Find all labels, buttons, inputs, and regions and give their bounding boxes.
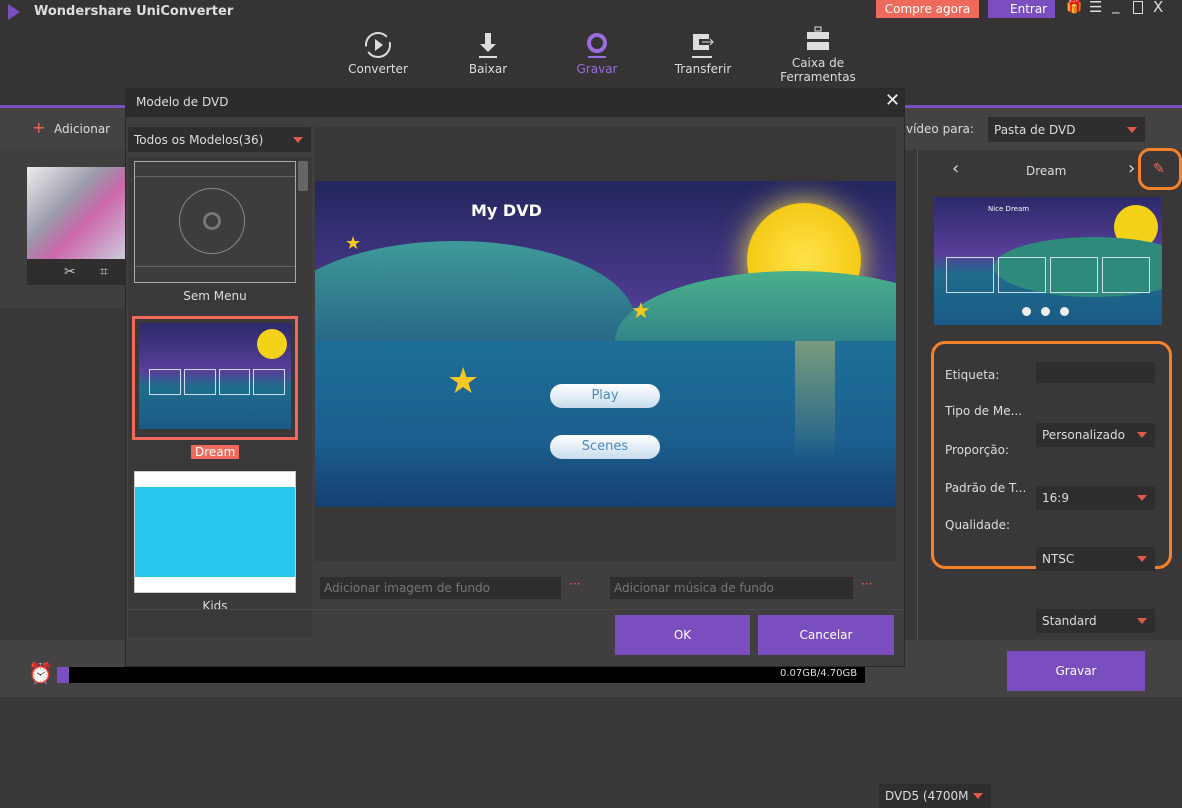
scenes-menu-button[interactable]: Scenes xyxy=(550,435,660,459)
app-title: Wondershare UniConverter xyxy=(34,4,234,19)
cancel-button[interactable]: Cancelar xyxy=(758,615,894,655)
alarm-icon[interactable]: ⏰ xyxy=(28,661,53,685)
maximize-icon[interactable] xyxy=(1133,1,1143,14)
template-thumbnail: Nice Dream xyxy=(934,197,1162,325)
disc-usage-bar xyxy=(57,667,865,683)
select-value: NTSC xyxy=(1042,552,1075,566)
label-input[interactable] xyxy=(1036,362,1155,383)
menu-type-label: Tipo de Me... xyxy=(945,404,1023,418)
close-icon[interactable]: X xyxy=(1153,0,1163,16)
select-value: 16:9 xyxy=(1042,491,1069,505)
template-sem-menu[interactable] xyxy=(134,161,296,283)
nav-label: Transferir xyxy=(674,62,732,76)
aspect-label: Proporção: xyxy=(945,443,1010,457)
select-value: Todos os Modelos(36) xyxy=(134,132,264,147)
nav-label: Baixar xyxy=(468,62,508,76)
login-button[interactable]: Entrar xyxy=(988,0,1055,18)
template-list-scrollbar[interactable] xyxy=(298,161,308,191)
next-template-icon[interactable]: › xyxy=(1128,158,1135,179)
nav-converter[interactable]: Converter xyxy=(333,28,423,76)
browse-music-button[interactable]: ··· xyxy=(861,577,872,591)
quality-label: Qualidade: xyxy=(945,518,1011,532)
ok-button[interactable]: OK xyxy=(615,615,750,655)
prev-template-icon[interactable]: ‹ xyxy=(952,158,959,179)
menu-type-select[interactable]: Personalizado xyxy=(1036,423,1155,447)
tv-standard-select[interactable]: NTSC xyxy=(1036,547,1155,571)
crop-icon[interactable]: ⌗ xyxy=(100,264,108,280)
template-kids[interactable] xyxy=(134,471,296,593)
star-icon: ★ xyxy=(447,361,480,402)
disc-type-select[interactable]: DVD5 (4700M xyxy=(879,784,991,808)
burn-to-label: vídeo para: xyxy=(906,122,974,136)
select-value: Personalizado xyxy=(1042,428,1125,442)
template-list: Sem Menu Dream Kids xyxy=(128,157,312,637)
label-field: Etiqueta: xyxy=(945,368,1000,382)
nav-baixar[interactable]: Baixar xyxy=(443,28,533,76)
nav-gravar[interactable]: Gravar xyxy=(552,28,642,76)
play-menu-button[interactable]: Play xyxy=(550,384,660,408)
cut-icon[interactable]: ✂ xyxy=(64,264,76,280)
aspect-select[interactable]: 16:9 xyxy=(1036,486,1155,510)
video-thumbnail[interactable] xyxy=(27,167,125,259)
login-label: Entrar xyxy=(1010,2,1048,16)
template-label-selected: Dream xyxy=(191,445,240,459)
tv-standard-label: Padrão de T... xyxy=(945,481,1027,495)
template-label: Sem Menu xyxy=(183,289,247,303)
gift-icon[interactable]: 🎁 xyxy=(1066,0,1082,15)
edit-icon[interactable]: ✎ xyxy=(1153,161,1165,177)
dvd-template-dialog: Modelo de DVD ✕ Todos os Modelos(36) Sem… xyxy=(125,88,905,667)
menu-icon[interactable]: ☰ xyxy=(1089,0,1102,16)
quality-select[interactable]: Standard xyxy=(1036,609,1155,633)
dialog-title: Modelo de DVD xyxy=(136,95,229,109)
dialog-close-icon[interactable]: ✕ xyxy=(885,90,900,111)
add-icon: + xyxy=(32,118,46,137)
star-icon: ★ xyxy=(631,299,651,324)
nav-toolbox[interactable]: Caixa de Ferramentas xyxy=(773,22,863,84)
burn-button[interactable]: Gravar xyxy=(1007,651,1145,691)
template-dream[interactable] xyxy=(132,316,298,440)
background-music-input[interactable]: Adicionar música de fundo xyxy=(610,577,853,599)
minimize-icon[interactable]: _ xyxy=(1112,0,1120,14)
star-icon: ★ xyxy=(345,233,362,254)
nav-label: Gravar xyxy=(576,62,618,76)
nav-label: Converter xyxy=(348,62,408,76)
template-filter-select[interactable]: Todos os Modelos(36) xyxy=(128,127,311,152)
select-value: DVD5 (4700M xyxy=(885,789,969,803)
select-value: Standard xyxy=(1042,614,1097,628)
burn-to-select[interactable]: Pasta de DVD xyxy=(988,117,1145,142)
browse-image-button[interactable]: ··· xyxy=(569,577,580,591)
add-button[interactable]: Adicionar xyxy=(54,122,110,136)
select-value: Pasta de DVD xyxy=(994,122,1076,137)
divider xyxy=(917,150,918,640)
video-item[interactable]: ✂ ⌗ xyxy=(0,150,125,308)
buy-button[interactable]: Compre agora xyxy=(876,0,979,18)
logo-icon xyxy=(8,4,20,20)
nav-label: Caixa de Ferramentas xyxy=(780,56,856,84)
thumb-title: Nice Dream xyxy=(988,205,1030,213)
disc-usage-text: 0.07GB/4.70GB xyxy=(780,668,858,679)
template-name: Dream xyxy=(1026,164,1067,178)
preview-area: My DVD ★ ★ ★ Play Scenes xyxy=(315,127,896,561)
dvd-title: My DVD xyxy=(471,201,542,220)
template-label: Kids xyxy=(202,599,228,613)
dvd-menu-preview: My DVD ★ ★ ★ Play Scenes xyxy=(315,181,896,507)
nav-transferir[interactable]: Transferir xyxy=(658,28,748,76)
background-image-input[interactable]: Adicionar imagem de fundo xyxy=(320,577,561,599)
